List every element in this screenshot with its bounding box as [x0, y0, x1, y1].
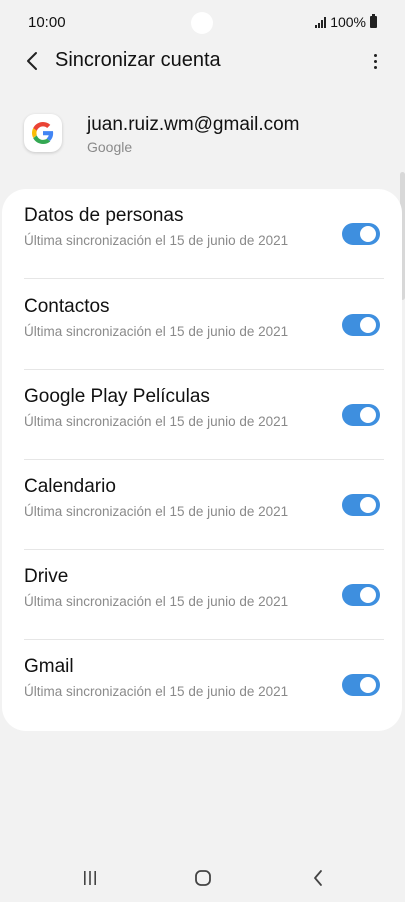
account-email: juan.ruiz.wm@gmail.com — [87, 114, 300, 135]
back-button[interactable] — [20, 48, 44, 74]
sync-item-title: Datos de personas — [24, 205, 184, 226]
google-logo-icon — [24, 114, 62, 152]
sync-row-drive[interactable]: Drive Última sincronización el 15 de jun… — [2, 550, 402, 640]
sync-toggle[interactable] — [342, 584, 380, 606]
sync-item-title: Calendario — [24, 476, 116, 497]
nav-back-button[interactable] — [298, 856, 338, 900]
sync-row-contactos[interactable]: Contactos Última sincronización el 15 de… — [2, 280, 402, 370]
sync-toggle[interactable] — [342, 674, 380, 696]
more-options-button[interactable] — [365, 48, 385, 74]
sync-item-title: Google Play Películas — [24, 386, 210, 407]
chevron-left-icon — [27, 52, 37, 70]
system-navigation-bar — [0, 856, 405, 902]
recents-icon — [84, 871, 96, 885]
sync-item-subtitle: Última sincronización el 15 de junio de … — [24, 684, 289, 699]
front-camera — [191, 12, 213, 34]
divider — [24, 278, 384, 279]
sync-toggle[interactable] — [342, 314, 380, 336]
sync-item-subtitle: Última sincronización el 15 de junio de … — [24, 504, 289, 519]
app-header: Sincronizar cuenta — [0, 40, 405, 84]
sync-item-title: Contactos — [24, 296, 110, 317]
sync-toggle[interactable] — [342, 494, 380, 516]
home-icon — [195, 870, 211, 886]
status-time: 10:00 — [28, 14, 66, 31]
home-button[interactable] — [183, 856, 223, 900]
account-type: Google — [87, 139, 133, 155]
signal-icon — [315, 16, 327, 28]
sync-item-title: Drive — [24, 566, 69, 587]
sync-row-google-play-peliculas[interactable]: Google Play Películas Última sincronizac… — [2, 370, 402, 460]
sync-item-subtitle: Última sincronización el 15 de junio de … — [24, 324, 289, 339]
sync-item-title: Gmail — [24, 656, 74, 677]
more-vertical-icon — [373, 53, 377, 57]
sync-list-card: Datos de personas Última sincronización … — [2, 189, 402, 731]
recents-button[interactable] — [70, 856, 110, 900]
sync-item-subtitle: Última sincronización el 15 de junio de … — [24, 233, 289, 248]
battery-percentage: 100% — [330, 14, 366, 30]
sync-row-datos-de-personas[interactable]: Datos de personas Última sincronización … — [2, 189, 402, 279]
sync-item-subtitle: Última sincronización el 15 de junio de … — [24, 594, 289, 609]
status-indicators: 100% — [315, 14, 377, 30]
sync-toggle[interactable] — [342, 223, 380, 245]
status-bar: 10:00 100% — [0, 0, 405, 44]
sync-item-subtitle: Última sincronización el 15 de junio de … — [24, 414, 289, 429]
sync-toggle[interactable] — [342, 404, 380, 426]
nav-back-icon — [314, 870, 322, 886]
battery-icon — [370, 14, 377, 28]
account-info: juan.ruiz.wm@gmail.com Google — [0, 108, 405, 168]
sync-row-calendario[interactable]: Calendario Última sincronización el 15 d… — [2, 460, 402, 550]
page-title: Sincronizar cuenta — [55, 49, 221, 71]
sync-row-gmail[interactable]: Gmail Última sincronización el 15 de jun… — [2, 640, 402, 730]
